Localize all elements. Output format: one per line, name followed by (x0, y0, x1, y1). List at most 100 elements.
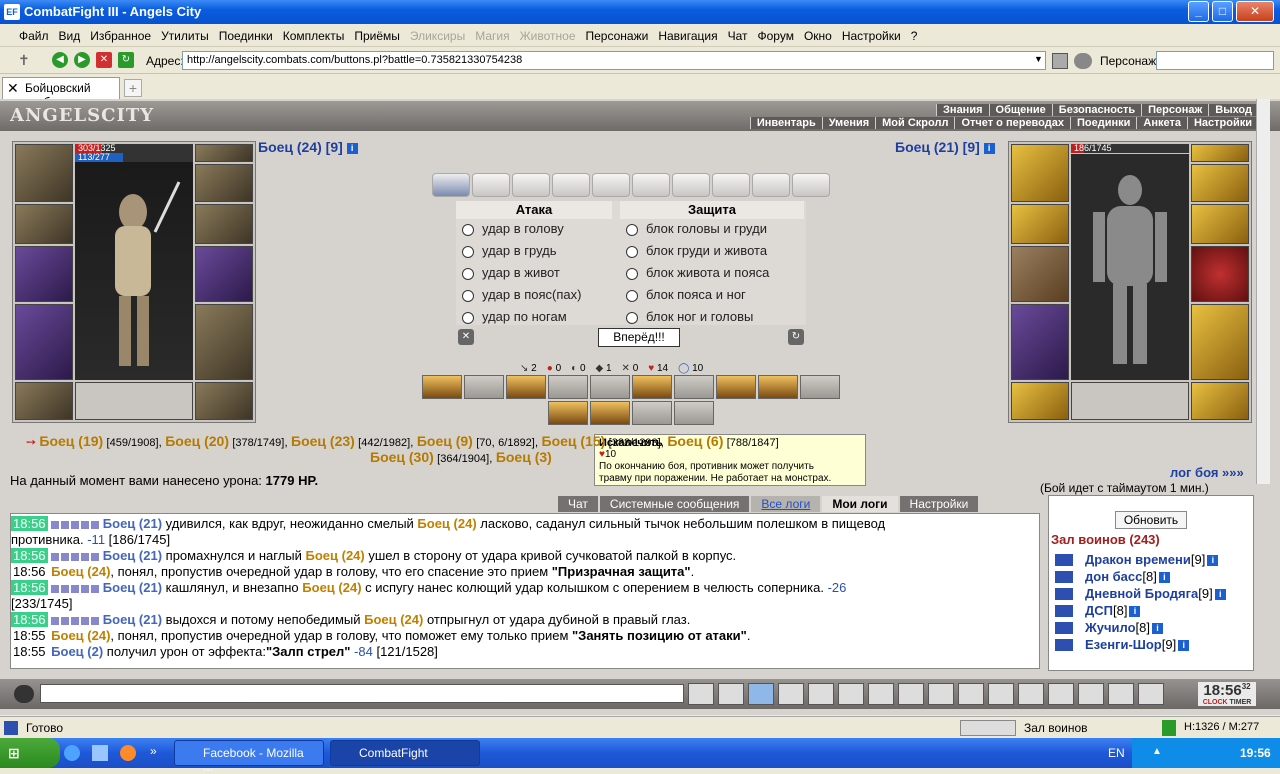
defense-option[interactable]: блок живота и пояса (620, 265, 806, 287)
belt-slot[interactable] (15, 382, 73, 420)
scroll-icon[interactable] (988, 683, 1014, 705)
ability-slot[interactable] (590, 375, 630, 399)
menu-item-12[interactable]: Чат (723, 25, 753, 43)
start-button[interactable]: ⊞ (0, 738, 60, 768)
nav-sub-0[interactable]: Инвентарь (749, 117, 822, 129)
refresh-icon[interactable]: ↻ (118, 52, 134, 68)
opp-empty-slots[interactable] (1071, 382, 1189, 420)
enter-icon[interactable] (688, 683, 714, 705)
forward-icon[interactable]: ▶ (74, 52, 90, 68)
enemy-name[interactable]: Боец (20) (165, 433, 229, 449)
defense-option[interactable]: блок головы и груди (620, 221, 806, 243)
radio-icon[interactable] (462, 289, 474, 302)
persona-select[interactable] (1156, 51, 1274, 70)
menu-item-7[interactable]: Эликсиры (405, 25, 470, 43)
ring-slot[interactable] (195, 144, 253, 162)
opp-boots-slot[interactable] (1191, 382, 1249, 420)
attack-option[interactable]: удар в живот (456, 265, 616, 287)
scroll-slot[interactable] (632, 173, 670, 197)
scroll-slot[interactable] (552, 173, 590, 197)
page-scrollbar[interactable] (1256, 99, 1270, 484)
gloves-slot[interactable] (195, 204, 253, 244)
refresh-button[interactable]: Обновить (1115, 511, 1187, 529)
person-name[interactable]: дон басс (1085, 569, 1142, 584)
stop-icon[interactable]: ✕ (96, 52, 112, 68)
tab-fight-club[interactable]: ✕ Бойцовский клуб (2, 77, 120, 109)
nav-sub-4[interactable]: Поединки (1069, 117, 1137, 129)
status-icons[interactable] (960, 720, 1016, 736)
enemy-name[interactable]: Боец (9) (417, 433, 473, 449)
smile-icon[interactable] (898, 683, 924, 705)
enemy-name[interactable]: Боец (19) (39, 433, 103, 449)
log-nick[interactable]: Боец (21) (103, 580, 162, 595)
nav-top-4[interactable]: Выход (1208, 104, 1258, 116)
run-icon[interactable] (808, 683, 834, 705)
log-nick[interactable]: Боец (21) (103, 516, 162, 531)
menu-item-13[interactable]: Форум (753, 25, 799, 43)
ability-slot[interactable] (800, 375, 840, 399)
scroll-slot[interactable] (792, 173, 830, 197)
info-icon[interactable]: i (1129, 606, 1141, 618)
opp-armor-slot[interactable] (1011, 304, 1069, 380)
person-item[interactable]: Дневной Бродяга[9] i (1049, 586, 1253, 603)
log-tab-2[interactable]: Все логи (751, 496, 821, 512)
person-name[interactable]: Жучило (1085, 620, 1136, 635)
more-icon[interactable]: » (150, 744, 157, 758)
nav-top-1[interactable]: Общение (988, 104, 1052, 116)
attack-option[interactable]: удар в голову (456, 221, 616, 243)
enemy-name[interactable]: Боец (30) (370, 449, 434, 465)
scroll-slot[interactable] (512, 173, 550, 197)
users-icon[interactable] (1074, 53, 1092, 69)
radio-icon[interactable] (626, 245, 638, 258)
radio-icon[interactable] (462, 267, 474, 280)
radio-icon[interactable] (626, 311, 638, 324)
clear-icon[interactable] (1052, 53, 1068, 69)
opp-weapon-slot[interactable] (1011, 246, 1069, 302)
bracers-slot[interactable] (15, 204, 73, 244)
menu-item-11[interactable]: Навигация (653, 25, 722, 43)
menu-item-4[interactable]: Поединки (214, 25, 278, 43)
log-nick[interactable]: Боец (2) (51, 644, 103, 659)
refresh-battle-icon[interactable]: ↻ (788, 329, 804, 345)
attack-option[interactable]: удар в грудь (456, 243, 616, 265)
person-name[interactable]: Езенги-Шор (1085, 637, 1162, 652)
log-tab-1[interactable]: Системные сообщения (599, 496, 750, 512)
opp-shield-slot[interactable] (1191, 246, 1249, 302)
ability-slot[interactable] (506, 375, 546, 399)
chat-input[interactable] (40, 684, 684, 703)
info-icon[interactable]: i (1152, 623, 1164, 635)
opp-ring-slot[interactable] (1191, 144, 1249, 162)
menu-item-14[interactable]: Окно (799, 25, 837, 43)
enemy-name[interactable]: Боец (23) (291, 433, 355, 449)
opp-bracers-slot[interactable] (1011, 204, 1069, 244)
ability-slot[interactable] (758, 375, 798, 399)
defense-option[interactable]: блок пояса и ног (620, 287, 806, 309)
person-item[interactable]: дон басс[8] i (1049, 569, 1253, 586)
translit-icon[interactable] (928, 683, 954, 705)
ability-slot[interactable] (422, 375, 462, 399)
nav-sub-6[interactable]: Настройки (1186, 117, 1258, 129)
radio-icon[interactable] (462, 311, 474, 324)
menu-item-15[interactable]: Настройки (837, 25, 906, 43)
ability-slot[interactable] (632, 401, 672, 425)
scroll-slot[interactable] (672, 173, 710, 197)
player-info-icon[interactable]: i (346, 142, 358, 154)
shield-slot[interactable] (195, 246, 253, 302)
person-item[interactable]: Жучило[8] i (1049, 620, 1253, 637)
reset-icon[interactable]: ✕ (458, 329, 474, 345)
task-0[interactable]: Facebook - Mozilla ... (174, 740, 324, 774)
radio-icon[interactable] (626, 267, 638, 280)
ability-slot[interactable] (716, 375, 756, 399)
boots-slot[interactable] (195, 382, 253, 420)
tray-icons[interactable] (1166, 746, 1226, 760)
menu-item-16[interactable]: ? (906, 25, 923, 43)
menu-item-6[interactable]: Приёмы (349, 25, 405, 43)
task-1[interactable]: CombatFight (330, 740, 480, 766)
log-nick[interactable]: Боец (24) (306, 548, 365, 563)
nav-sub-1[interactable]: Умения (821, 117, 876, 129)
person-name[interactable]: Дневной Бродяга (1085, 586, 1198, 601)
person-name[interactable]: ДСП (1085, 603, 1113, 618)
ability-slot[interactable] (632, 375, 672, 399)
nav-sub-3[interactable]: Отчет о переводах (954, 117, 1070, 129)
opp-helmet-slot[interactable] (1011, 144, 1069, 202)
